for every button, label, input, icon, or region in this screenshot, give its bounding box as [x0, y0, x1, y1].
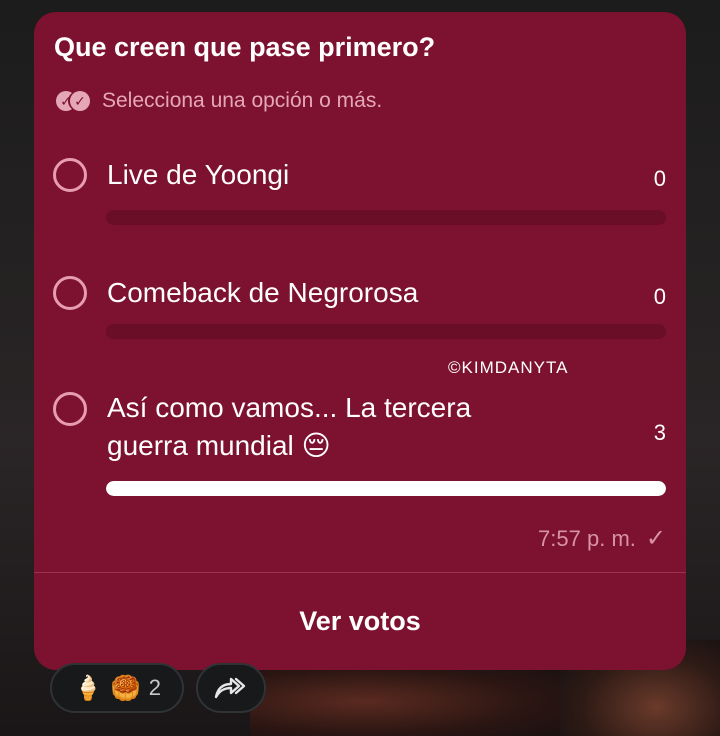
option-progress-bar — [106, 210, 666, 225]
check-icon: ✓ — [645, 525, 666, 552]
poll-question: Que creen que pase primero? — [54, 32, 436, 62]
option-progress-bar — [106, 324, 666, 339]
option-label: Live de Yoongi — [107, 159, 290, 190]
view-votes-button[interactable]: Ver votos — [34, 573, 686, 670]
mooncake-emoji: 🥮 — [110, 674, 141, 702]
reactions-pill[interactable]: 🍦 🥮 2 — [50, 663, 184, 713]
option-progress-fill — [106, 481, 666, 496]
option-label-line-2: guerra mundial 😔 — [107, 430, 331, 461]
message-time: 7:57 p. m. — [538, 525, 636, 551]
view-votes-label: Ver votos — [299, 606, 421, 636]
double-check-icon: ✓ ✓ — [56, 90, 94, 112]
watermark-text: ©KIMDANYTA — [448, 358, 569, 377]
poll-option-3[interactable]: Así como vamos... La tercera guerra mund… — [34, 390, 686, 500]
option-vote-count: 0 — [653, 166, 666, 191]
option-progress-bar — [106, 481, 666, 496]
message-timestamp-row: 7:57 p. m. ✓ — [538, 524, 666, 553]
ice-cream-emoji: 🍦 — [72, 674, 103, 702]
radio-circle-icon[interactable] — [53, 276, 87, 310]
forward-icon — [214, 677, 246, 699]
option-label: Comeback de Negrorosa — [107, 277, 419, 308]
option-vote-count: 3 — [653, 420, 666, 445]
radio-circle-icon[interactable] — [53, 392, 87, 426]
radio-circle-icon[interactable] — [53, 158, 87, 192]
reaction-count: 2 — [148, 675, 162, 700]
poll-instruction-row: ✓ ✓ Selecciona una opción o más. — [56, 86, 382, 116]
poll-option-1[interactable]: Live de Yoongi 0 — [34, 154, 686, 234]
poll-message-card: Que creen que pase primero? ✓ ✓ Seleccio… — [34, 12, 686, 670]
forward-button[interactable] — [196, 663, 266, 713]
poll-instruction: Selecciona una opción o más. — [102, 89, 383, 112]
option-vote-count: 0 — [653, 284, 666, 309]
poll-option-2[interactable]: Comeback de Negrorosa 0 — [34, 272, 686, 352]
option-label-line-1: Así como vamos... La tercera — [107, 392, 472, 423]
